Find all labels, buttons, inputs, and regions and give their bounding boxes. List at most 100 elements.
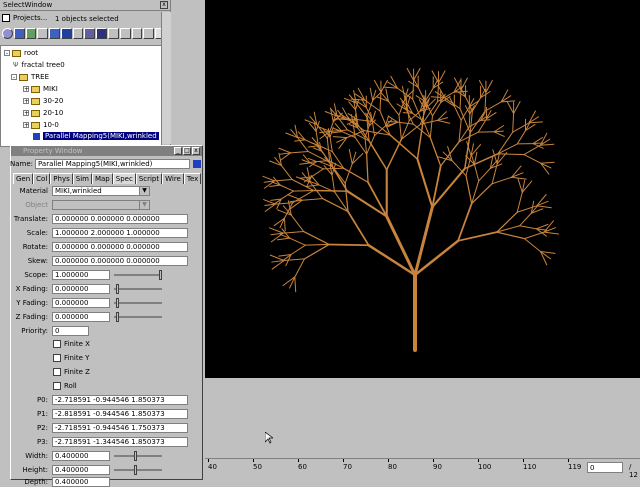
tree-branch [284,218,285,231]
tree-branch [329,244,369,245]
tree-branch [479,168,491,181]
minimize-button[interactable]: _ [174,147,182,155]
sphere-icon[interactable] [2,28,13,39]
tab-wire[interactable]: Wire [162,173,184,184]
z-fading-label: Z Fading: [12,313,48,321]
tab-script[interactable]: Script [136,173,162,184]
tab-spec[interactable]: Spec [113,173,136,184]
tree-branch [439,71,445,83]
tree-branch [311,169,323,177]
y-fading-slider[interactable] [114,300,162,306]
tree-branch [494,132,504,137]
save-icon[interactable] [61,28,72,39]
timeline-ruler[interactable]: 405060708090100110119 0 / 12 [205,458,640,481]
priority-label: Priority: [12,327,48,335]
width-slider[interactable] [114,453,162,459]
width-label: Width: [12,452,48,460]
priority-field[interactable]: 0 [52,326,89,336]
height-field[interactable]: 0.400000 [52,465,110,475]
y-fading-field[interactable]: 0.000000 [52,298,110,308]
scope-slider[interactable] [114,272,162,278]
tree-branch [514,102,520,114]
x-fading-slider[interactable] [114,286,162,292]
tree-branch [469,114,470,127]
image-icon[interactable] [26,28,37,39]
p2-field[interactable]: -2.718591 -0.944546 1.750373 [52,423,188,433]
height-label: Height: [12,466,48,474]
tree-branch [291,215,303,231]
scope-label: Scope: [12,271,48,279]
tree-node-30-20[interactable]: +30-20 [23,97,63,106]
tree-branch [513,123,529,132]
p1-field[interactable]: -2.818591 -0.944546 1.850373 [52,409,188,419]
tab-tex[interactable]: Tex [184,173,201,184]
finite-y-checkbox[interactable]: Finite Y [53,354,89,362]
3d-viewport[interactable] [205,0,640,378]
name-field[interactable]: Parallel Mapping5(MIKI,wrinkled) [35,159,190,169]
tree-node-20-10[interactable]: +20-10 [23,109,63,118]
z-fading-slider[interactable] [114,314,162,320]
material-dropdown[interactable]: MIKI,wrinkled ▼ [52,186,150,196]
tab-phys[interactable]: Phys [50,173,72,184]
timeline-tick [478,459,479,462]
p0-field[interactable]: -2.718591 -0.944546 1.850373 [52,395,188,405]
tree-branch [466,176,472,204]
tree-node-mapping[interactable]: Parallel Mapping5(MIKI,wrinkled [33,132,159,141]
tree-branch [288,195,302,200]
roll-checkbox[interactable]: Roll [53,382,77,390]
finite-x-checkbox[interactable]: Finite X [53,340,90,348]
tree-node-miki[interactable]: +MIKI [23,85,58,94]
apply-icon[interactable] [193,160,201,168]
tree-branch [308,158,316,161]
tree-branch [263,176,275,181]
tree-branch [380,92,381,111]
scene-tree[interactable]: -root Ψfractal tree0 -TREE +MIKI +30-20 … [0,45,162,147]
cross-icon[interactable] [120,28,131,39]
tree-scrollbar[interactable] [161,12,171,144]
selection-status: 1 objects selected [55,15,119,23]
maximize-button[interactable]: □ [183,147,191,155]
tree-node-tree[interactable]: -TREE [11,73,49,82]
p1-label: P1: [12,410,48,418]
timeline-tick [568,459,569,462]
current-frame-field[interactable]: 0 [587,462,623,473]
wave-icon[interactable] [37,28,48,39]
rotate-field[interactable]: 0.000000 0.000000 0.000000 [52,242,188,252]
grid-icon[interactable] [96,28,107,39]
tree-node-10-0[interactable]: +10-0 [23,121,59,130]
tree-branch [497,232,525,238]
tree-branch [492,177,511,183]
width-field[interactable]: 0.400000 [52,451,110,461]
swirl-icon[interactable] [108,28,119,39]
scope-field[interactable]: 1.000000 [52,270,110,280]
folder-icon [12,50,21,57]
cube-icon[interactable] [14,28,25,39]
skew-field[interactable]: 0.000000 0.000000 0.000000 [52,256,188,266]
translate-field[interactable]: 0.000000 0.000000 0.000000 [52,214,188,224]
tab-map[interactable]: Map [92,173,113,184]
cylinder-icon[interactable] [49,28,60,39]
tree-node-root[interactable]: -root [4,49,38,58]
tab-gen[interactable]: Gen [13,173,33,184]
mesh-icon[interactable] [132,28,143,39]
x-fading-field[interactable]: 0.000000 [52,284,110,294]
tree-node-fractal[interactable]: Ψfractal tree0 [13,61,65,70]
object-dropdown[interactable]: ▼ [52,200,150,210]
p3-field[interactable]: -2.718591 -1.344546 1.850373 [52,437,188,447]
timeline-tick [388,459,389,462]
close-icon[interactable]: x [192,147,200,155]
finite-z-checkbox[interactable]: Finite Z [53,368,90,376]
scale-field[interactable]: 1.000000 2.000000 1.000000 [52,228,188,238]
z-fading-field[interactable]: 0.000000 [52,312,110,322]
height-slider[interactable] [114,467,162,473]
stack-icon[interactable] [73,28,84,39]
projects-checkbox[interactable] [2,14,10,22]
tab-col[interactable]: Col [33,173,50,184]
tree-branch [430,138,440,166]
depth-field[interactable]: 0.400000 [52,477,110,487]
close-button[interactable]: x [160,1,168,9]
tree-branch [512,177,527,179]
tab-sim[interactable]: Sim [73,173,92,184]
layers-icon[interactable] [84,28,95,39]
target-icon[interactable] [143,28,154,39]
